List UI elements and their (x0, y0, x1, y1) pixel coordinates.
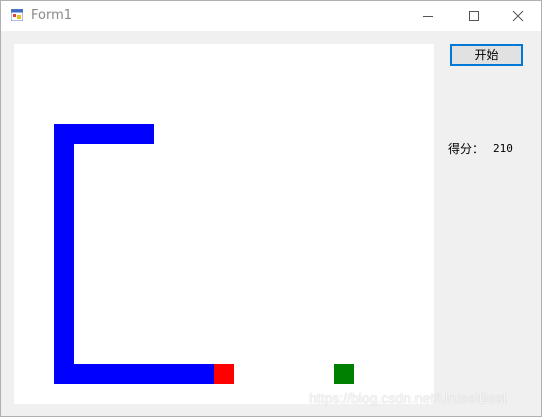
snake-segment (54, 124, 74, 144)
snake-segment (114, 124, 134, 144)
close-icon (512, 10, 524, 22)
snake-segment (134, 124, 154, 144)
maximize-icon (469, 11, 479, 21)
snake-segment (134, 364, 154, 384)
app-window: Form1 开始 得分： 210 https://blog.csdn.net/U… (0, 0, 542, 417)
snake-segment (54, 144, 74, 164)
snake-segment (94, 124, 114, 144)
snake-segment (54, 224, 74, 244)
snake-segment (174, 364, 194, 384)
minimize-icon (423, 16, 433, 17)
snake-segment (54, 264, 74, 284)
snake-segment (94, 364, 114, 384)
score-label: 得分： (448, 142, 485, 156)
title-bar[interactable]: Form1 (1, 1, 541, 31)
watermark-text: https://blog.csdn.net/UruseiBest (309, 390, 507, 406)
snake-segment (54, 184, 74, 204)
snake-segment (54, 204, 74, 224)
window-title: Form1 (31, 8, 73, 23)
snake-segment (54, 364, 74, 384)
score-value: 210 (493, 142, 513, 155)
snake-segment (54, 284, 74, 304)
game-board[interactable] (14, 44, 434, 404)
start-button[interactable]: 开始 (450, 44, 523, 66)
snake-segment (194, 364, 214, 384)
snake-segment (154, 364, 174, 384)
snake-segment (54, 344, 74, 364)
snake-segment (54, 164, 74, 184)
snake-segment (54, 324, 74, 344)
snake-segment (74, 124, 94, 144)
snake-head (214, 364, 234, 384)
close-button[interactable] (495, 1, 541, 31)
snake-segment (114, 364, 134, 384)
minimize-button[interactable] (405, 1, 451, 31)
form-icon (11, 9, 23, 21)
maximize-button[interactable] (451, 1, 497, 31)
snake-segment (54, 244, 74, 264)
food-item (334, 364, 354, 384)
snake-segment (54, 304, 74, 324)
snake-segment (74, 364, 94, 384)
